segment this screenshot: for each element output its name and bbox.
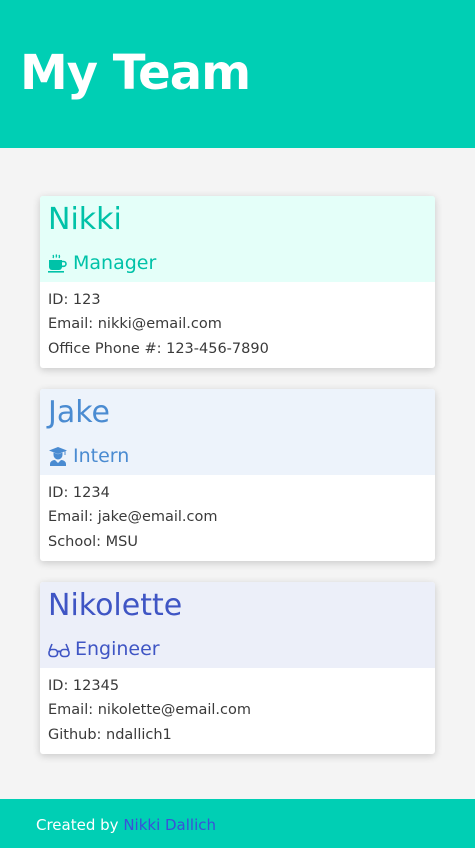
glasses-icon xyxy=(48,643,70,658)
employee-id: ID: 12345 xyxy=(48,678,120,694)
card-header: Jake Intern xyxy=(40,389,435,475)
employee-email[interactable]: Email: nikki@email.com xyxy=(48,312,427,336)
graduate-icon xyxy=(49,447,67,466)
author-link[interactable]: Nikki Dallich xyxy=(123,816,216,834)
page-header: My Team xyxy=(0,0,475,148)
employee-email[interactable]: Email: jake@email.com xyxy=(48,505,427,529)
employee-id: ID: 1234 xyxy=(48,485,110,501)
employee-card-manager: Nikki Manager ID: 123 Email: nikki@email… xyxy=(40,196,435,368)
role-label: Engineer xyxy=(75,638,160,660)
page-footer: Created by Nikki Dallich xyxy=(0,799,475,848)
employee-id: ID: 123 xyxy=(48,292,101,308)
employee-email[interactable]: Email: nikolette@email.com xyxy=(48,698,427,722)
role-label: Manager xyxy=(73,252,157,274)
employee-card-intern: Jake Intern ID: 1234 Email: jake@email.c… xyxy=(40,389,435,561)
employee-name: Jake xyxy=(48,395,110,430)
footer-prefix: Created by xyxy=(36,816,124,834)
employee-card-engineer: Nikolette Engineer ID: 12345 Email: niko… xyxy=(40,582,435,754)
role-label: Intern xyxy=(73,445,130,467)
footer-credit: Created by Nikki Dallich xyxy=(36,815,216,835)
employee-github[interactable]: Github: ndallich1 xyxy=(48,723,427,747)
employee-name: Nikki xyxy=(48,202,122,237)
card-header: Nikki Manager xyxy=(40,196,435,282)
coffee-icon xyxy=(48,254,67,273)
employee-role: Manager xyxy=(48,250,156,276)
card-details: ID: 12345 Email: nikolette@email.com Git… xyxy=(40,668,435,754)
employee-name: Nikolette xyxy=(48,588,183,623)
employee-school: School: MSU xyxy=(48,533,138,550)
page-title: My Team xyxy=(20,45,251,101)
employee-office-phone: Office Phone #: 123-456-7890 xyxy=(48,340,269,357)
card-header: Nikolette Engineer xyxy=(40,582,435,668)
employee-role: Intern xyxy=(48,443,129,469)
team-section: Nikki Manager ID: 123 Email: nikki@email… xyxy=(0,148,475,799)
card-details: ID: 1234 Email: jake@email.com School: M… xyxy=(40,475,435,561)
card-details: ID: 123 Email: nikki@email.com Office Ph… xyxy=(40,282,435,368)
employee-role: Engineer xyxy=(48,636,160,662)
